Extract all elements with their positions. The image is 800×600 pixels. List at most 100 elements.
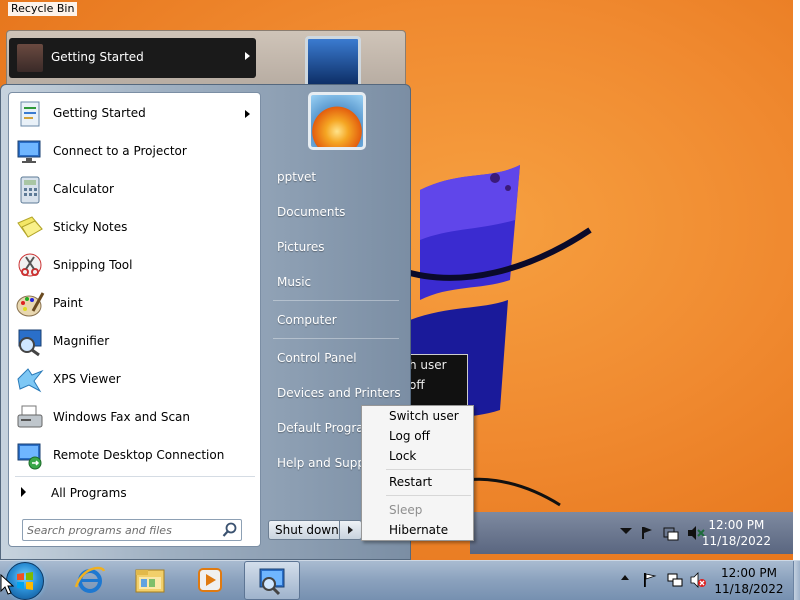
search-input[interactable] [27, 522, 217, 538]
background-item-icon [17, 44, 43, 72]
right-pane-separator [273, 338, 399, 339]
program-sticky-notes[interactable]: Sticky Notes [12, 210, 258, 246]
menu-item-label: Log off [389, 429, 430, 443]
user-avatar[interactable] [308, 92, 366, 150]
chevron-right-icon [348, 526, 353, 534]
background-menu-item: Getting Started [9, 38, 256, 78]
getting-started-icon [20, 101, 40, 127]
menu-item-label: Restart [389, 475, 433, 489]
program-label: Snipping Tool [53, 258, 133, 272]
user-name-label: pptvet [277, 170, 317, 184]
documents-link[interactable]: Documents [269, 196, 405, 228]
search-box[interactable] [22, 519, 242, 541]
computer-label: Computer [277, 313, 337, 327]
background-clock: 12:00 PM 11/18/2022 [702, 517, 771, 549]
taskbar-clock[interactable]: 12:00 PM 11/18/2022 [706, 565, 792, 597]
background-avatar [305, 36, 361, 90]
program-snipping-tool[interactable]: Snipping Tool [12, 248, 258, 284]
internet-explorer-icon [74, 566, 106, 593]
program-xps-viewer[interactable]: XPS Viewer [12, 362, 258, 398]
program-label: Windows Fax and Scan [53, 410, 191, 424]
taskbar-windows-explorer[interactable] [122, 561, 178, 600]
user-folder-link[interactable]: pptvet [269, 161, 405, 193]
all-programs-label: All Programs [51, 486, 127, 500]
shutdown-options-button[interactable] [340, 520, 362, 540]
windows-explorer-icon [135, 569, 165, 593]
program-label: Paint [53, 296, 83, 310]
menu-item-label: Lock [389, 449, 417, 463]
taskbar-media-player[interactable] [182, 561, 238, 600]
menu-item-sleep: Sleep [364, 501, 471, 521]
devices-printers-label: Devices and Printers [277, 386, 401, 400]
mouse-cursor-icon [0, 574, 14, 595]
program-label: XPS Viewer [53, 372, 121, 386]
computer-link[interactable]: Computer [269, 304, 405, 336]
menu-item-restart[interactable]: Restart [364, 473, 471, 493]
taskbar-internet-explorer[interactable] [62, 561, 118, 600]
background-taskbar: 12:00 PM 11/18/2022 [470, 512, 793, 554]
shutdown-button[interactable]: Shut down [268, 520, 340, 540]
program-label: Connect to a Projector [53, 144, 187, 158]
paint-icon [16, 292, 45, 317]
all-programs-arrow-icon [21, 487, 26, 497]
menu-item-label: Switch user [389, 409, 459, 423]
program-label: Remote Desktop Connection [53, 448, 225, 462]
pictures-label: Pictures [277, 240, 325, 254]
program-label: Sticky Notes [53, 220, 128, 234]
menu-item-switch-user[interactable]: Switch user [364, 407, 471, 427]
magnifier-icon [18, 329, 42, 357]
taskbar-control-panel[interactable] [244, 561, 300, 600]
volume-muted-icon[interactable] [690, 572, 706, 588]
pictures-link[interactable]: Pictures [269, 231, 405, 263]
action-center-flag-icon[interactable] [642, 572, 658, 588]
documents-label: Documents [277, 205, 346, 219]
control-panel-icon [259, 568, 285, 596]
background-arrow-icon [245, 52, 250, 60]
program-remote-desktop[interactable]: Remote Desktop Connection [12, 438, 258, 474]
start-menu: Getting Started Connect to a Projector C… [0, 84, 411, 560]
control-panel-link[interactable]: Control Panel [269, 342, 405, 374]
menu-item-log-off[interactable]: Log off [364, 427, 471, 447]
menu-item-label: Sleep [389, 503, 423, 517]
projector-icon [17, 140, 41, 163]
background-clock-time: 12:00 PM [708, 518, 765, 532]
background-item-label: Getting Started [51, 50, 144, 64]
shutdown-label: Shut down [275, 523, 339, 537]
background-clock-date: 11/18/2022 [701, 534, 771, 548]
media-player-icon [198, 568, 222, 592]
program-magnifier[interactable]: Magnifier [12, 324, 258, 360]
show-desktop-button[interactable] [793, 561, 800, 600]
music-link[interactable]: Music [269, 266, 405, 298]
background-tray-icons [620, 526, 705, 541]
recycle-bin-label[interactable]: Recycle Bin [8, 2, 78, 16]
program-label: Getting Started [53, 106, 146, 120]
sticky-notes-icon [17, 216, 43, 238]
menu-item-lock[interactable]: Lock [364, 447, 471, 467]
programs-pane: Getting Started Connect to a Projector C… [8, 92, 261, 547]
submenu-arrow-icon[interactable] [245, 110, 250, 118]
remote-desktop-icon [17, 443, 42, 470]
program-connect-projector[interactable]: Connect to a Projector [12, 134, 258, 170]
search-icon[interactable] [221, 521, 239, 539]
program-getting-started[interactable]: Getting Started [12, 96, 258, 132]
control-panel-label: Control Panel [277, 351, 357, 365]
show-hidden-icons-button[interactable] [621, 575, 629, 580]
program-label: Calculator [53, 182, 114, 196]
calculator-icon [20, 176, 40, 204]
menu-item-hibernate[interactable]: Hibernate [364, 521, 471, 541]
menu-item-label: Hibernate [389, 523, 449, 537]
taskbar: 12:00 PM 11/18/2022 [0, 560, 800, 600]
shutdown-options-menu: Switch user Log off Lock Restart Sleep H… [361, 405, 474, 541]
xps-viewer-icon [17, 368, 44, 393]
network-icon[interactable] [667, 572, 683, 588]
all-programs-button[interactable]: All Programs [12, 481, 258, 505]
program-paint[interactable]: Paint [12, 286, 258, 322]
programs-separator [15, 476, 255, 477]
program-fax-scan[interactable]: Windows Fax and Scan [12, 400, 258, 436]
fax-scan-icon [17, 405, 43, 428]
clock-time: 12:00 PM [721, 566, 777, 580]
program-label: Magnifier [53, 334, 110, 348]
right-pane-separator [273, 300, 399, 301]
program-calculator[interactable]: Calculator [12, 172, 258, 208]
music-label: Music [277, 275, 312, 289]
